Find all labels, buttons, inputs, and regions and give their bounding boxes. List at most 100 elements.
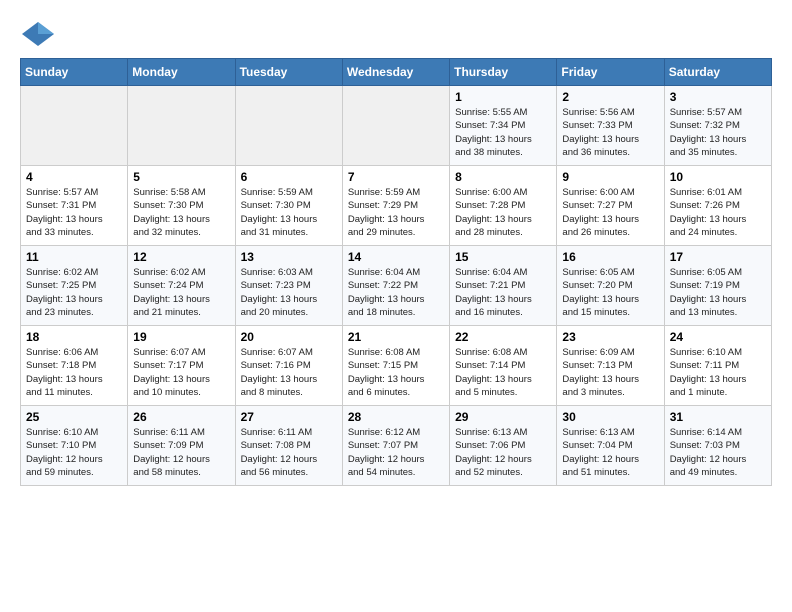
- calendar-cell: 8 Sunrise: 6:00 AMSunset: 7:28 PMDaylight…: [450, 166, 557, 246]
- day-info: Sunrise: 5:56 AMSunset: 7:33 PMDaylight:…: [562, 106, 658, 159]
- calendar-cell: 11 Sunrise: 6:02 AMSunset: 7:25 PMDayligh…: [21, 246, 128, 326]
- calendar-cell: 6 Sunrise: 5:59 AMSunset: 7:30 PMDaylight…: [235, 166, 342, 246]
- day-info: Sunrise: 6:06 AMSunset: 7:18 PMDaylight:…: [26, 346, 122, 399]
- calendar-cell: 26 Sunrise: 6:11 AMSunset: 7:09 PMDayligh…: [128, 406, 235, 486]
- day-info: Sunrise: 6:04 AMSunset: 7:22 PMDaylight:…: [348, 266, 444, 319]
- dow-header: Wednesday: [342, 59, 449, 86]
- logo-icon: [20, 20, 56, 48]
- calendar-cell: 30 Sunrise: 6:13 AMSunset: 7:04 PMDayligh…: [557, 406, 664, 486]
- day-number: 1: [455, 90, 551, 104]
- day-info: Sunrise: 5:55 AMSunset: 7:34 PMDaylight:…: [455, 106, 551, 159]
- day-number: 29: [455, 410, 551, 424]
- day-number: 3: [670, 90, 766, 104]
- dow-header: Sunday: [21, 59, 128, 86]
- calendar-cell: 16 Sunrise: 6:05 AMSunset: 7:20 PMDayligh…: [557, 246, 664, 326]
- day-number: 21: [348, 330, 444, 344]
- day-number: 16: [562, 250, 658, 264]
- calendar-cell: 1 Sunrise: 5:55 AMSunset: 7:34 PMDaylight…: [450, 86, 557, 166]
- calendar-cell: 22 Sunrise: 6:08 AMSunset: 7:14 PMDayligh…: [450, 326, 557, 406]
- day-number: 25: [26, 410, 122, 424]
- calendar-table: SundayMondayTuesdayWednesdayThursdayFrid…: [20, 58, 772, 486]
- dow-header: Monday: [128, 59, 235, 86]
- day-number: 13: [241, 250, 337, 264]
- calendar-cell: [128, 86, 235, 166]
- calendar-cell: [235, 86, 342, 166]
- page-header: [20, 20, 772, 48]
- day-info: Sunrise: 6:03 AMSunset: 7:23 PMDaylight:…: [241, 266, 337, 319]
- calendar-week-row: 25Sunrise: 6:10 AMSunset: 7:10 PMDayligh…: [21, 406, 772, 486]
- day-number: 17: [670, 250, 766, 264]
- days-of-week-row: SundayMondayTuesdayWednesdayThursdayFrid…: [21, 59, 772, 86]
- day-number: 9: [562, 170, 658, 184]
- day-number: 6: [241, 170, 337, 184]
- day-info: Sunrise: 6:08 AMSunset: 7:14 PMDaylight:…: [455, 346, 551, 399]
- day-info: Sunrise: 6:02 AMSunset: 7:25 PMDaylight:…: [26, 266, 122, 319]
- calendar-week-row: 18 Sunrise: 6:06 AMSunset: 7:18 PMDayligh…: [21, 326, 772, 406]
- day-number: 24: [670, 330, 766, 344]
- day-info: Sunrise: 6:01 AMSunset: 7:26 PMDaylight:…: [670, 186, 766, 239]
- calendar-cell: 9Sunrise: 6:00 AMSunset: 7:27 PMDaylight…: [557, 166, 664, 246]
- calendar-week-row: 1 Sunrise: 5:55 AMSunset: 7:34 PMDaylight…: [21, 86, 772, 166]
- day-info: Sunrise: 6:11 AMSunset: 7:09 PMDaylight:…: [133, 426, 229, 479]
- calendar-cell: 23 Sunrise: 6:09 AMSunset: 7:13 PMDayligh…: [557, 326, 664, 406]
- day-number: 19: [133, 330, 229, 344]
- day-number: 8: [455, 170, 551, 184]
- logo: [20, 20, 62, 48]
- day-info: Sunrise: 5:57 AMSunset: 7:32 PMDaylight:…: [670, 106, 766, 159]
- day-info: Sunrise: 6:05 AMSunset: 7:19 PMDaylight:…: [670, 266, 766, 319]
- dow-header: Saturday: [664, 59, 771, 86]
- calendar-cell: 3 Sunrise: 5:57 AMSunset: 7:32 PMDaylight…: [664, 86, 771, 166]
- calendar-week-row: 11 Sunrise: 6:02 AMSunset: 7:25 PMDayligh…: [21, 246, 772, 326]
- day-number: 14: [348, 250, 444, 264]
- day-info: Sunrise: 6:12 AMSunset: 7:07 PMDaylight:…: [348, 426, 444, 479]
- calendar-cell: 2 Sunrise: 5:56 AMSunset: 7:33 PMDaylight…: [557, 86, 664, 166]
- day-info: Sunrise: 6:13 AMSunset: 7:04 PMDaylight:…: [562, 426, 658, 479]
- day-number: 27: [241, 410, 337, 424]
- calendar-cell: 14 Sunrise: 6:04 AMSunset: 7:22 PMDayligh…: [342, 246, 449, 326]
- dow-header: Tuesday: [235, 59, 342, 86]
- day-info: Sunrise: 6:02 AMSunset: 7:24 PMDaylight:…: [133, 266, 229, 319]
- day-info: Sunrise: 6:14 AMSunset: 7:03 PMDaylight:…: [670, 426, 766, 479]
- day-number: 31: [670, 410, 766, 424]
- day-info: Sunrise: 6:07 AMSunset: 7:16 PMDaylight:…: [241, 346, 337, 399]
- calendar-cell: 21 Sunrise: 6:08 AMSunset: 7:15 PMDayligh…: [342, 326, 449, 406]
- day-number: 18: [26, 330, 122, 344]
- day-info: Sunrise: 5:59 AMSunset: 7:29 PMDaylight:…: [348, 186, 444, 239]
- calendar-week-row: 4Sunrise: 5:57 AMSunset: 7:31 PMDaylight…: [21, 166, 772, 246]
- day-info: Sunrise: 6:04 AMSunset: 7:21 PMDaylight:…: [455, 266, 551, 319]
- day-info: Sunrise: 6:09 AMSunset: 7:13 PMDaylight:…: [562, 346, 658, 399]
- day-number: 30: [562, 410, 658, 424]
- dow-header: Friday: [557, 59, 664, 86]
- day-info: Sunrise: 6:00 AMSunset: 7:28 PMDaylight:…: [455, 186, 551, 239]
- day-info: Sunrise: 6:11 AMSunset: 7:08 PMDaylight:…: [241, 426, 337, 479]
- day-info: Sunrise: 6:10 AMSunset: 7:11 PMDaylight:…: [670, 346, 766, 399]
- day-number: 15: [455, 250, 551, 264]
- day-info: Sunrise: 5:59 AMSunset: 7:30 PMDaylight:…: [241, 186, 337, 239]
- calendar-cell: 10 Sunrise: 6:01 AMSunset: 7:26 PMDayligh…: [664, 166, 771, 246]
- calendar-cell: 24 Sunrise: 6:10 AMSunset: 7:11 PMDayligh…: [664, 326, 771, 406]
- day-info: Sunrise: 5:58 AMSunset: 7:30 PMDaylight:…: [133, 186, 229, 239]
- calendar-cell: 25Sunrise: 6:10 AMSunset: 7:10 PMDayligh…: [21, 406, 128, 486]
- calendar-cell: 28Sunrise: 6:12 AMSunset: 7:07 PMDayligh…: [342, 406, 449, 486]
- calendar-cell: 29Sunrise: 6:13 AMSunset: 7:06 PMDayligh…: [450, 406, 557, 486]
- calendar-cell: 5Sunrise: 5:58 AMSunset: 7:30 PMDaylight…: [128, 166, 235, 246]
- calendar-cell: 7 Sunrise: 5:59 AMSunset: 7:29 PMDaylight…: [342, 166, 449, 246]
- day-number: 2: [562, 90, 658, 104]
- day-info: Sunrise: 6:05 AMSunset: 7:20 PMDaylight:…: [562, 266, 658, 319]
- day-info: Sunrise: 6:08 AMSunset: 7:15 PMDaylight:…: [348, 346, 444, 399]
- calendar-cell: 18 Sunrise: 6:06 AMSunset: 7:18 PMDayligh…: [21, 326, 128, 406]
- calendar-cell: 4Sunrise: 5:57 AMSunset: 7:31 PMDaylight…: [21, 166, 128, 246]
- day-number: 11: [26, 250, 122, 264]
- calendar-cell: 17 Sunrise: 6:05 AMSunset: 7:19 PMDayligh…: [664, 246, 771, 326]
- day-number: 23: [562, 330, 658, 344]
- day-number: 26: [133, 410, 229, 424]
- calendar-cell: 27 Sunrise: 6:11 AMSunset: 7:08 PMDayligh…: [235, 406, 342, 486]
- day-number: 10: [670, 170, 766, 184]
- calendar-cell: 31 Sunrise: 6:14 AMSunset: 7:03 PMDayligh…: [664, 406, 771, 486]
- calendar-cell: [342, 86, 449, 166]
- calendar-cell: 15 Sunrise: 6:04 AMSunset: 7:21 PMDayligh…: [450, 246, 557, 326]
- day-number: 7: [348, 170, 444, 184]
- day-number: 12: [133, 250, 229, 264]
- day-number: 22: [455, 330, 551, 344]
- calendar-cell: 20Sunrise: 6:07 AMSunset: 7:16 PMDayligh…: [235, 326, 342, 406]
